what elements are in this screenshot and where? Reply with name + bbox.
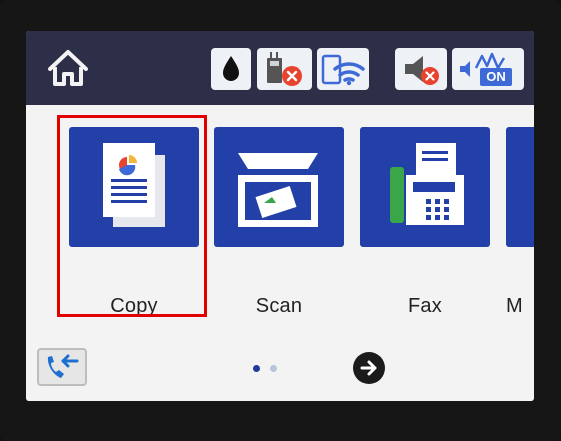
- status-bar: ON: [26, 31, 534, 105]
- scan-icon: [238, 153, 318, 227]
- menu-tiles: Copy Scan Fax M: [26, 107, 534, 337]
- phone-transfer-icon: [47, 354, 79, 378]
- arrow-right-icon: [360, 360, 377, 376]
- fax-icon: [390, 143, 464, 225]
- ink-status-button[interactable]: [211, 48, 251, 90]
- network-error-icon: [267, 52, 302, 86]
- menu-tile-label: M: [506, 295, 523, 317]
- home-icon: [48, 50, 88, 86]
- network-status-button[interactable]: [257, 48, 312, 90]
- fax-tile-background: [360, 127, 490, 247]
- page-indicator-dot-active: [253, 365, 260, 372]
- bottom-bar: [26, 336, 534, 401]
- scan-tile-background: [214, 127, 344, 247]
- quiet-mode-button[interactable]: ON: [452, 48, 524, 90]
- wifi-status-button[interactable]: [317, 48, 369, 90]
- menu-tile-scan[interactable]: Scan: [214, 127, 344, 323]
- menu-tile-label: Fax: [408, 295, 442, 317]
- ink-icon: [223, 56, 239, 81]
- next-page-button[interactable]: [353, 352, 385, 384]
- fax-history-button[interactable]: [37, 348, 87, 386]
- printer-screen: ON Copy Scan Fax M: [26, 31, 534, 401]
- sound-status-button[interactable]: [395, 48, 447, 90]
- menu-tile-label: Scan: [255, 295, 303, 317]
- menu-tile-partial[interactable]: M: [506, 127, 534, 323]
- selection-highlight: [57, 115, 207, 317]
- page-indicator-dot-inactive: [270, 365, 277, 372]
- sound-muted-icon: [405, 56, 439, 85]
- menu-tile-fax[interactable]: Fax: [360, 127, 490, 323]
- quiet-mode-on-label: ON: [486, 69, 506, 84]
- wifi-icon: [321, 54, 365, 86]
- partial-tile-background: [506, 127, 534, 247]
- home-button[interactable]: [44, 45, 92, 89]
